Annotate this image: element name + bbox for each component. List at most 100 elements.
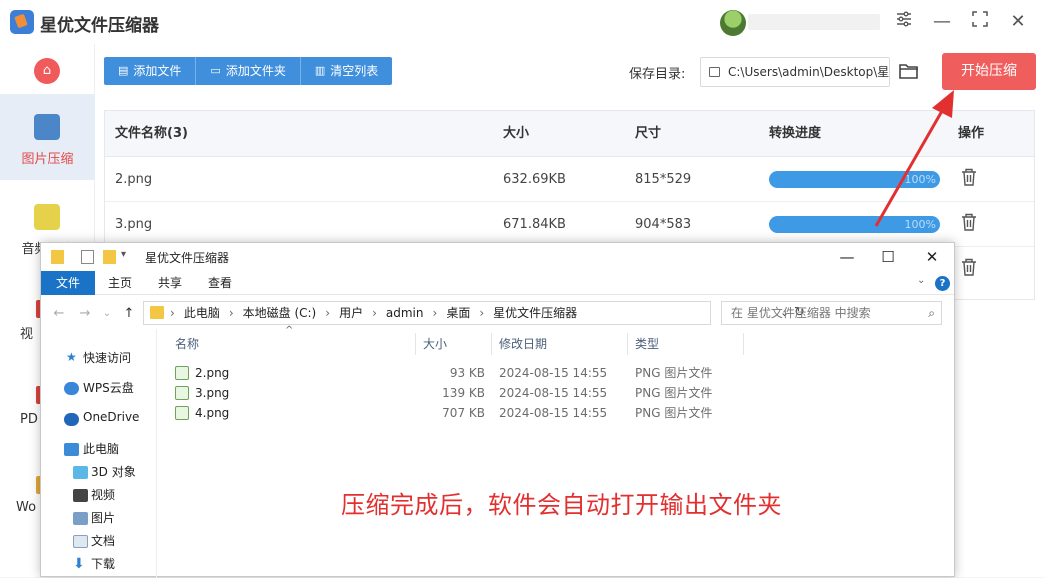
nav-item-onedrive[interactable]: OneDrive	[83, 410, 139, 424]
nav-item-quick-access[interactable]: 快速访问	[83, 349, 131, 366]
tab-share[interactable]: 共享	[144, 271, 196, 295]
column-header-type[interactable]: 类型	[635, 331, 659, 357]
breadcrumb-separator: ›	[372, 306, 377, 320]
title-bar: 星优文件压缩器 — ✕	[0, 0, 1045, 44]
column-header-progress: 转换进度	[769, 126, 822, 141]
file-size: 632.69KB	[503, 172, 566, 187]
add-file-button[interactable]: ▤ 添加文件	[104, 57, 197, 85]
documents-icon	[73, 535, 88, 548]
add-file-label: 添加文件	[133, 64, 182, 78]
back-icon[interactable]: ←	[51, 304, 67, 324]
forward-icon[interactable]: →	[77, 304, 93, 324]
breadcrumb: › 此电脑 › 本地磁盘 (C:) › 用户 › admin › 桌面 › 星优…	[170, 302, 577, 324]
nav-item-3d-objects[interactable]: 3D 对象	[91, 463, 136, 480]
column-header-size[interactable]: 大小	[423, 331, 447, 357]
nav-item-videos[interactable]: 视频	[91, 486, 115, 503]
help-icon[interactable]: ?	[935, 276, 950, 291]
column-divider[interactable]	[627, 333, 628, 355]
breadcrumb-separator: ›	[479, 306, 485, 320]
list-item[interactable]: 2.png 93 KB 2024-08-15 14:55 PNG 图片文件	[159, 363, 769, 383]
breadcrumb-item[interactable]: 星优文件压缩器	[493, 302, 577, 324]
png-file-icon	[175, 386, 189, 400]
nav-item-pictures[interactable]: 图片	[91, 509, 115, 526]
3d-objects-icon	[73, 466, 88, 479]
column-divider[interactable]	[415, 333, 416, 355]
file-date: 2024-08-15 14:55	[499, 406, 608, 420]
file-type: PNG 图片文件	[635, 406, 713, 420]
ribbon-expand-icon[interactable]: ⌄	[917, 275, 925, 286]
file-explorer-window: ▾ 星优文件压缩器 — ☐ ✕ 文件 主页 共享 查看 ⌄ ? ← → ⌄ ↑ …	[40, 242, 955, 578]
music-icon	[34, 204, 60, 230]
home-icon[interactable]: ⌂	[34, 58, 60, 84]
app-title: 星优文件压缩器	[40, 16, 159, 36]
save-directory-label: 保存目录:	[629, 67, 686, 82]
sidebar-item-image-compress[interactable]: 图片压缩	[0, 94, 95, 180]
sidebar-item-pdf[interactable]: PD	[20, 412, 38, 427]
column-divider[interactable]	[491, 333, 492, 355]
breadcrumb-item[interactable]: admin	[386, 302, 424, 324]
explorer-title: 星优文件压缩器	[145, 251, 230, 265]
navigation-pane: ★ 快速访问 WPS云盘 OneDrive 此电脑 3D 对象 视频 图片 文档…	[41, 329, 157, 578]
onedrive-icon	[64, 413, 79, 426]
delete-icon[interactable]	[961, 258, 977, 276]
file-size: 93 KB	[449, 366, 485, 380]
file-type: PNG 图片文件	[635, 366, 713, 380]
breadcrumb-item[interactable]: 本地磁盘 (C:)	[243, 302, 317, 324]
properties-icon[interactable]	[81, 250, 94, 264]
new-folder-icon[interactable]	[103, 250, 116, 264]
file-date: 2024-08-15 14:55	[499, 386, 608, 400]
tab-file[interactable]: 文件	[41, 271, 95, 295]
list-item[interactable]: 3.png 139 KB 2024-08-15 14:55 PNG 图片文件	[159, 383, 769, 403]
quick-access-dropdown-icon[interactable]: ▾	[121, 249, 126, 260]
add-folder-button[interactable]: ▭ 添加文件夹	[196, 57, 301, 85]
close-button[interactable]: ✕	[1006, 10, 1030, 34]
nav-item-documents[interactable]: 文档	[91, 532, 115, 549]
up-icon[interactable]: ↑	[121, 304, 137, 324]
breadcrumb-item[interactable]: 桌面	[446, 302, 470, 324]
video-icon	[73, 489, 88, 502]
sidebar-item-video[interactable]: 视	[20, 323, 33, 342]
app-logo-icon	[10, 10, 34, 34]
app-window: 星优文件压缩器 — ✕ ⌂ 图片压缩 音频压缩 视 PD Wo ▤	[0, 0, 1045, 578]
clear-list-button[interactable]: ▥ 清空列表	[301, 57, 392, 85]
search-input[interactable]: 在 星优文件压缩器 中搜索 ⌕	[721, 301, 942, 325]
annotation-arrow	[874, 90, 954, 227]
add-folder-label: 添加文件夹	[225, 64, 286, 78]
save-directory-field[interactable]: C:\Users\admin\Desktop\星	[700, 57, 890, 87]
folder-icon: ▭	[210, 64, 221, 77]
nav-item-wps-cloud[interactable]: WPS云盘	[83, 379, 134, 396]
column-divider[interactable]	[743, 333, 744, 355]
explorer-minimize-button[interactable]: —	[836, 246, 858, 268]
column-header-date[interactable]: 修改日期	[499, 331, 547, 357]
settings-icon[interactable]	[892, 10, 916, 34]
column-header-name[interactable]: 名称	[175, 331, 199, 357]
maximize-button[interactable]	[968, 10, 992, 34]
column-headers: 名称 大小 修改日期 类型	[159, 331, 769, 357]
breadcrumb-item[interactable]: 用户	[339, 302, 363, 324]
folder-icon	[150, 306, 164, 319]
ribbon-tabs: 文件 主页 共享 查看 ⌄ ?	[41, 271, 954, 295]
annotation-caption: 压缩完成后，软件会自动打开输出文件夹	[341, 491, 782, 519]
list-item[interactable]: 4.png 707 KB 2024-08-15 14:55 PNG 图片文件	[159, 403, 769, 423]
minimize-button[interactable]: —	[930, 10, 954, 34]
tab-view[interactable]: 查看	[194, 271, 246, 295]
nav-item-this-pc[interactable]: 此电脑	[83, 440, 119, 457]
folder-icon	[51, 250, 64, 264]
start-compress-button[interactable]: 开始压缩	[942, 53, 1036, 90]
recent-locations-icon[interactable]: ⌄	[99, 304, 115, 324]
file-name: 2.png	[195, 366, 230, 380]
trash-icon: ▥	[314, 64, 326, 77]
user-avatar[interactable]	[720, 10, 746, 36]
open-folder-icon[interactable]	[898, 61, 920, 81]
nav-item-downloads[interactable]: 下载	[91, 555, 115, 572]
explorer-maximize-button[interactable]: ☐	[877, 246, 899, 268]
breadcrumb-separator: ›	[228, 306, 234, 320]
sidebar-item-label: 图片压缩	[21, 152, 74, 167]
tab-home[interactable]: 主页	[94, 271, 146, 295]
address-bar[interactable]: › 此电脑 › 本地磁盘 (C:) › 用户 › admin › 桌面 › 星优…	[143, 301, 805, 325]
explorer-close-button[interactable]: ✕	[921, 246, 943, 268]
sidebar-item-word[interactable]: Wo	[16, 500, 36, 515]
file-button-group: ▤ 添加文件 ▭ 添加文件夹 ▥ 清空列表	[104, 57, 393, 85]
breadcrumb-item[interactable]: 此电脑	[184, 302, 220, 324]
file-size: 671.84KB	[503, 217, 566, 232]
